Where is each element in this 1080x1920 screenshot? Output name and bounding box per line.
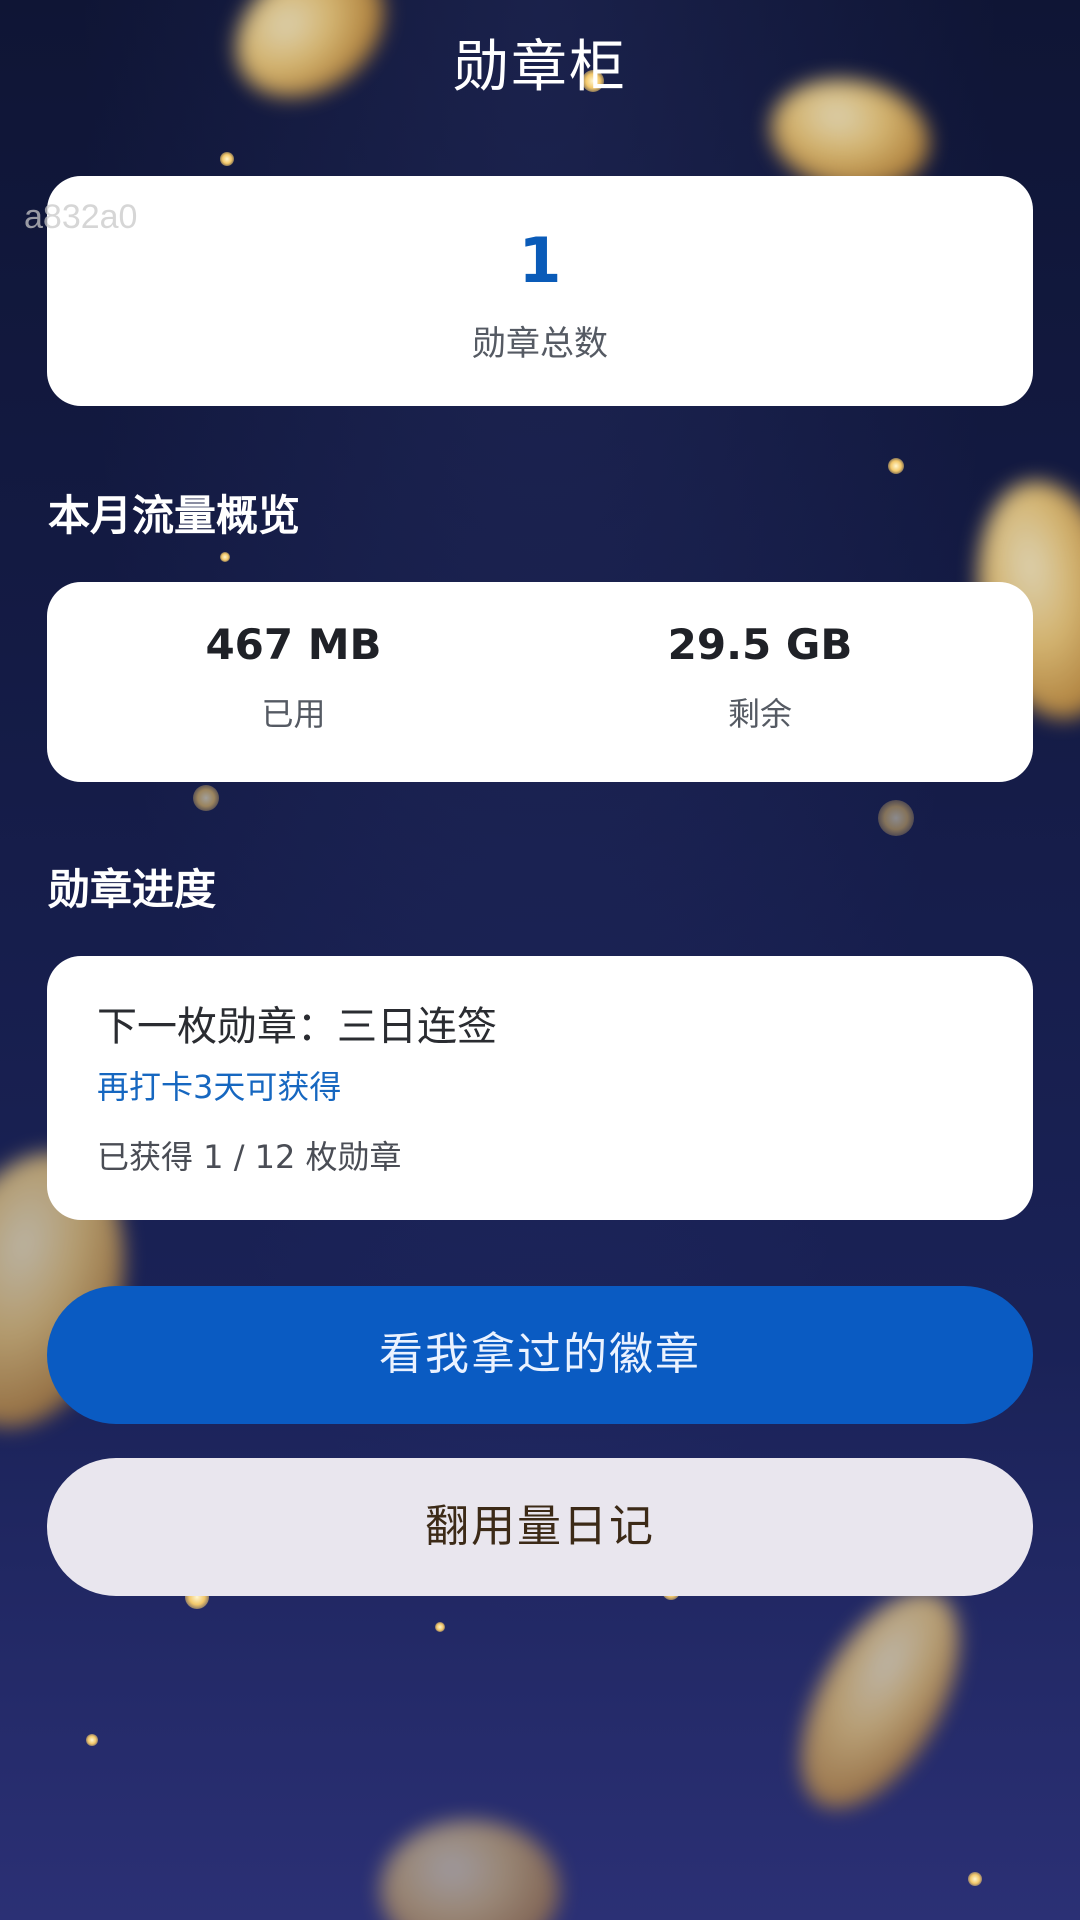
checkin-hint: 再打卡3天可获得: [97, 1068, 342, 1106]
sparkle: [968, 1872, 982, 1886]
sparkle: [220, 552, 230, 562]
remaining-stat: 29.5 GB 剩余: [540, 620, 980, 735]
sparkle: [878, 800, 914, 836]
used-label: 已用: [261, 695, 326, 733]
traffic-section-title: 本月流量概览: [48, 491, 301, 540]
used-stat: 467 MB 已用: [47, 620, 540, 735]
coin-decoration: [768, 1566, 992, 1834]
progress-section-title: 勋章进度: [48, 865, 217, 914]
badge-total-count: 1: [518, 224, 562, 297]
badge-progress-card: 下一枚勋章：三日连签 再打卡3天可获得 已获得 1 / 12 枚勋章: [47, 956, 1033, 1220]
traffic-overview-card: 467 MB 已用 29.5 GB 剩余: [47, 582, 1033, 782]
badge-total-label: 勋章总数: [472, 324, 608, 364]
sparkle: [193, 785, 219, 811]
usage-diary-button[interactable]: 翻用量日记: [47, 1458, 1033, 1596]
sparkle: [435, 1622, 445, 1632]
earned-count: 已获得 1 / 12 枚勋章: [97, 1138, 402, 1176]
sparkle: [888, 458, 904, 474]
badge-total-card: 1 勋章总数: [47, 176, 1033, 406]
used-value: 467 MB: [205, 620, 382, 669]
sparkle: [220, 152, 234, 166]
view-badges-button[interactable]: 看我拿过的徽章: [47, 1286, 1033, 1424]
next-badge-text: 下一枚勋章：三日连签: [97, 1004, 497, 1050]
remaining-label: 剩余: [727, 695, 792, 733]
page-title: 勋章柜: [453, 35, 627, 100]
coin-decoration: [380, 1820, 560, 1920]
watermark-text: a832a0: [24, 198, 138, 236]
remaining-value: 29.5 GB: [667, 620, 853, 669]
sparkle: [86, 1734, 98, 1746]
